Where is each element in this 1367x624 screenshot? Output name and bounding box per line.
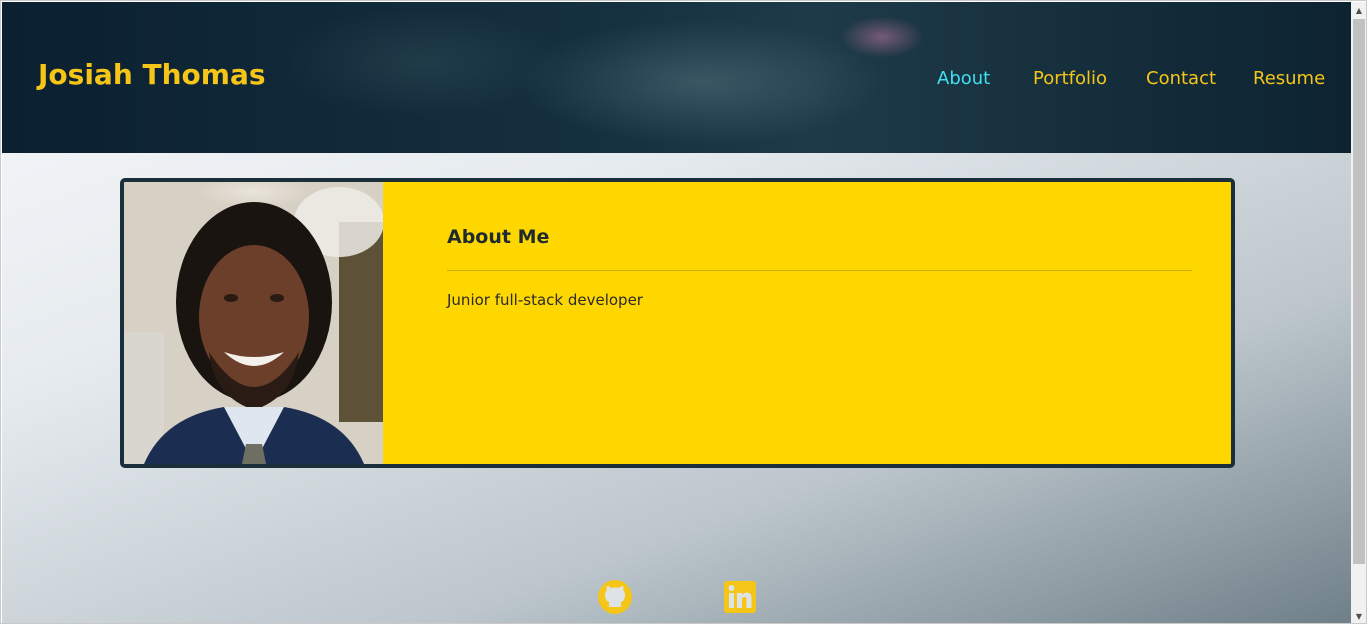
nav-link-contact[interactable]: Contact [1146, 68, 1216, 89]
scroll-up-arrow-icon[interactable]: ▲ [1351, 2, 1366, 18]
about-divider [447, 270, 1192, 271]
about-description: Junior full-stack developer [447, 291, 643, 309]
scroll-down-arrow-icon[interactable]: ▼ [1351, 608, 1366, 623]
page-viewport: Josiah Thomas About Portfolio Contact Re… [2, 2, 1351, 623]
browser-window: Josiah Thomas About Portfolio Contact Re… [0, 0, 1367, 624]
scrollbar-thumb[interactable] [1353, 19, 1365, 564]
profile-photo [124, 182, 383, 464]
linkedin-link[interactable] [723, 580, 757, 614]
nav-link-about[interactable]: About [937, 68, 990, 89]
about-title: About Me [447, 226, 550, 248]
linkedin-icon [724, 581, 756, 613]
github-icon [598, 580, 632, 614]
site-header: Josiah Thomas About Portfolio Contact Re… [2, 2, 1351, 153]
vertical-scrollbar[interactable]: ▲ ▼ [1351, 2, 1366, 623]
profile-photo-illustration [124, 187, 383, 464]
social-links [2, 580, 1351, 614]
nav-link-resume[interactable]: Resume [1253, 68, 1325, 89]
nav-link-portfolio[interactable]: Portfolio [1033, 68, 1107, 89]
about-card-body: About Me Junior full-stack developer [383, 182, 1231, 464]
main-nav: About Portfolio Contact Resume [2, 68, 1351, 92]
github-link[interactable] [598, 580, 632, 614]
about-card: About Me Junior full-stack developer [120, 178, 1235, 468]
